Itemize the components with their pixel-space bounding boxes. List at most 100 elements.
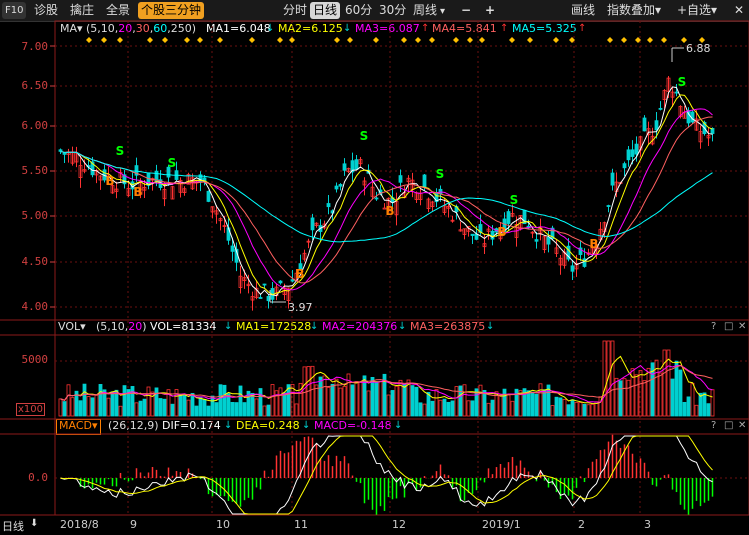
volume-bar	[70, 397, 75, 417]
volume-bar	[686, 396, 691, 417]
volume-bar	[158, 398, 163, 417]
signal-diamond	[334, 37, 340, 43]
volume-bar	[270, 384, 275, 417]
signal-diamond	[553, 37, 559, 43]
buy-signal-marker: B	[497, 225, 506, 239]
candle-body	[290, 279, 295, 282]
volume-bar	[586, 404, 591, 417]
volume-bar	[182, 393, 187, 417]
volume-bar	[202, 398, 207, 417]
volume-bar	[538, 383, 543, 417]
volume-bar	[670, 378, 675, 417]
candle-body	[398, 175, 403, 183]
candle-body	[470, 233, 475, 236]
volume-bar	[302, 366, 307, 417]
volume-bar	[98, 384, 103, 417]
volume-bar	[430, 400, 435, 417]
signal-diamond	[467, 37, 473, 43]
volume-bar	[154, 387, 159, 417]
volume-bar	[470, 400, 475, 417]
candle-body	[570, 265, 575, 272]
volume-bar	[378, 381, 383, 417]
signal-diamond	[162, 37, 168, 43]
candle-body	[58, 149, 63, 152]
volume-bar	[694, 404, 699, 417]
volume-bar	[138, 400, 143, 417]
volume-bar	[710, 389, 715, 417]
sell-signal-marker: S	[678, 75, 687, 89]
volume-bar	[322, 375, 327, 417]
volume-bar	[294, 403, 299, 417]
signal-diamond	[86, 37, 92, 43]
candle-body	[630, 149, 635, 157]
volume-bar	[414, 386, 419, 417]
volume-bar	[706, 403, 711, 417]
volume-bar	[142, 398, 147, 417]
signal-diamond	[117, 37, 123, 43]
volume-bar	[590, 403, 595, 417]
candle-body	[674, 91, 679, 94]
volume-bar	[642, 380, 647, 417]
candle-body	[610, 172, 615, 186]
volume-bar	[462, 384, 467, 417]
volume-bar	[490, 399, 495, 417]
volume-bar	[230, 401, 235, 417]
volume-bar	[558, 397, 563, 417]
sell-signal-marker: S	[436, 167, 445, 181]
volume-bar	[214, 402, 219, 417]
volume-bar	[618, 380, 623, 417]
volume-bar	[238, 385, 243, 417]
volume-bar	[602, 340, 607, 417]
volume-bar	[178, 394, 183, 417]
volume-bar	[130, 386, 135, 417]
volume-bar	[186, 399, 191, 417]
volume-bar	[458, 385, 463, 417]
volume-bar	[206, 405, 211, 417]
volume-bar	[374, 382, 379, 417]
volume-bar	[410, 385, 415, 417]
volume-bar	[674, 360, 679, 417]
volume-bar	[634, 374, 639, 417]
volume-bar	[258, 388, 263, 417]
volume-bar	[62, 401, 67, 417]
volume-bar	[350, 384, 355, 417]
candle-body	[206, 190, 211, 202]
candle-body	[354, 159, 359, 170]
volume-bar	[466, 400, 471, 417]
volume-bar	[434, 389, 439, 417]
volume-bar	[266, 404, 271, 417]
stock-chart[interactable]: B B B B B B S S S S S S 6.88 3.97	[0, 0, 749, 535]
volume-bar	[498, 394, 503, 417]
candle-body	[258, 297, 263, 299]
signal-diamond	[101, 37, 107, 43]
volume-bar	[534, 393, 539, 417]
volume-bar	[314, 384, 319, 417]
volume-bar	[66, 384, 71, 417]
volume-bar	[170, 403, 175, 417]
volume-bar	[254, 398, 259, 417]
volume-bar	[574, 401, 579, 417]
signal-diamond	[277, 37, 283, 43]
volume-bar	[58, 398, 63, 417]
volume-bar	[94, 394, 99, 417]
candle-body	[310, 217, 315, 231]
signal-diamond	[527, 37, 533, 43]
signal-diamond	[647, 37, 653, 43]
candle-body	[62, 152, 67, 155]
volume-bar	[450, 400, 455, 417]
volume-bar	[90, 397, 95, 417]
buy-signal-marker: B	[589, 237, 598, 251]
volume-bar	[646, 367, 651, 417]
signal-diamond	[184, 37, 190, 43]
candle-body	[326, 203, 331, 208]
volume-bar	[86, 396, 91, 417]
volume-bar	[242, 402, 247, 417]
signal-diamond	[217, 37, 223, 43]
volume-bar	[366, 390, 371, 417]
signal-diamond	[415, 37, 421, 43]
volume-bar	[658, 372, 663, 417]
volume-bar	[338, 387, 343, 417]
volume-bar	[622, 378, 627, 417]
signal-diamond	[197, 37, 203, 43]
volume-bar	[442, 398, 447, 417]
